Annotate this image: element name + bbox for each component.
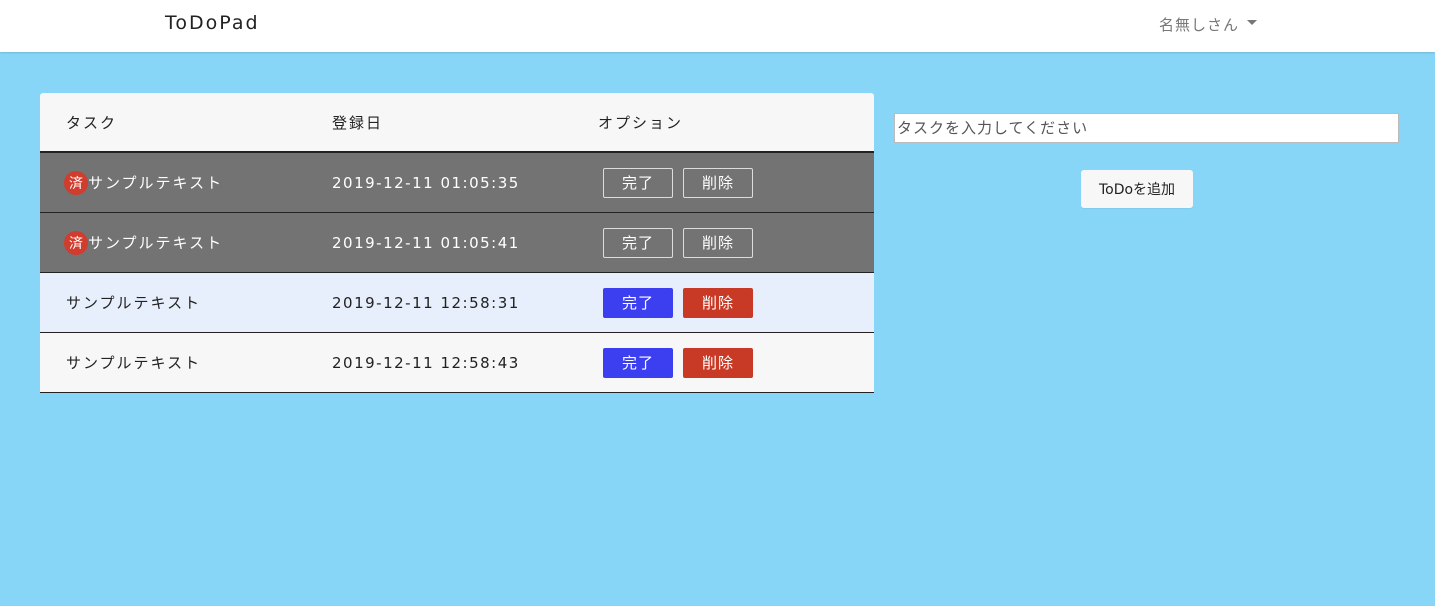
user-name-label: 名無しさん — [1159, 16, 1240, 34]
task-text: サンプルテキスト — [66, 294, 202, 312]
delete-button[interactable]: 削除 — [683, 167, 753, 198]
options-cell: 完了 削除 — [572, 332, 874, 393]
task-text: サンプルテキスト — [88, 174, 224, 192]
table-row: 済 サンプルテキスト 2019-12-11 01:05:35 完了 削除 — [40, 152, 874, 213]
options-cell: 完了 削除 — [572, 272, 874, 333]
date-text: 2019-12-11 12:58:43 — [332, 353, 520, 372]
complete-button[interactable]: 完了 — [603, 287, 673, 318]
date-cell: 2019-12-11 12:58:31 — [306, 272, 572, 333]
task-text: サンプルテキスト — [88, 234, 224, 252]
options-cell: 完了 削除 — [572, 152, 874, 213]
task-text: サンプルテキスト — [66, 354, 202, 372]
delete-button[interactable]: 削除 — [683, 347, 753, 378]
date-text: 2019-12-11 01:05:41 — [332, 233, 520, 252]
task-cell: 済 サンプルテキスト — [40, 212, 306, 273]
header-options: オプション — [572, 93, 874, 153]
date-cell: 2019-12-11 01:05:35 — [306, 152, 572, 213]
options-cell: 完了 削除 — [572, 212, 874, 273]
date-text: 2019-12-11 12:58:31 — [332, 293, 520, 312]
task-input[interactable] — [894, 113, 1399, 143]
complete-button[interactable]: 完了 — [603, 227, 673, 258]
brand-logo[interactable]: ToDoPad — [165, 12, 260, 34]
done-badge: 済 — [64, 230, 88, 255]
date-cell: 2019-12-11 01:05:41 — [306, 212, 572, 273]
complete-button[interactable]: 完了 — [603, 167, 673, 198]
task-cell: 済 サンプルテキスト — [40, 152, 306, 213]
task-cell: サンプルテキスト — [40, 332, 306, 393]
navbar: ToDoPad 名無しさん — [0, 0, 1435, 52]
task-table: タスク 登録日 オプション 済 サンプルテキスト 2019-12-11 01:0… — [40, 93, 874, 393]
table-header-row: タスク 登録日 オプション — [40, 93, 874, 153]
add-todo-button[interactable]: ToDoを追加 — [1081, 170, 1193, 208]
chevron-down-icon — [1247, 20, 1258, 25]
table-row: 済 サンプルテキスト 2019-12-11 01:05:41 完了 削除 — [40, 212, 874, 273]
header-date: 登録日 — [306, 93, 572, 153]
table-row: サンプルテキスト 2019-12-11 12:58:43 完了 削除 — [40, 332, 874, 393]
complete-button[interactable]: 完了 — [603, 347, 673, 378]
user-menu-dropdown[interactable]: 名無しさん — [1159, 14, 1258, 35]
header-task: タスク — [40, 93, 306, 153]
done-badge: 済 — [64, 170, 88, 195]
delete-button[interactable]: 削除 — [683, 227, 753, 258]
table-row: サンプルテキスト 2019-12-11 12:58:31 完了 削除 — [40, 272, 874, 333]
delete-button[interactable]: 削除 — [683, 287, 753, 318]
task-cell: サンプルテキスト — [40, 272, 306, 333]
date-cell: 2019-12-11 12:58:43 — [306, 332, 572, 393]
date-text: 2019-12-11 01:05:35 — [332, 173, 520, 192]
